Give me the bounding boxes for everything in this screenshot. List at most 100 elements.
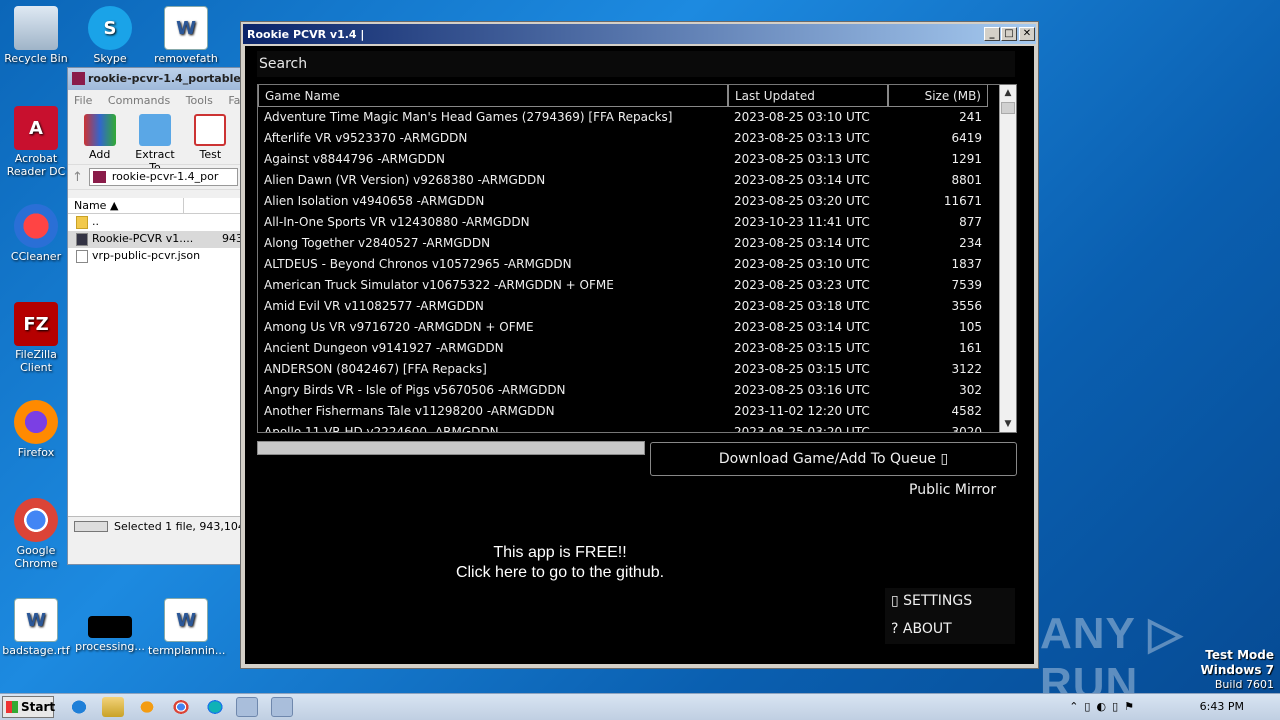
public-mirror-label[interactable]: Public Mirror [909, 482, 996, 498]
rookie-title-bar[interactable]: Rookie PCVR v1.4 | _ □ ✕ [243, 24, 1036, 44]
size-cell: 3122 [951, 362, 982, 376]
column-name[interactable]: Name ▲ [68, 198, 184, 213]
test-button[interactable]: Test [185, 114, 236, 161]
list-item[interactable]: vrp-public-pcvr.json [68, 248, 242, 265]
game-row[interactable]: ANDERSON (8042467) [FFA Repacks] 2023-08-… [258, 359, 988, 380]
list-item[interactable]: .. [68, 214, 242, 231]
rookie-taskbar-icon[interactable] [271, 697, 293, 717]
game-row[interactable]: Afterlife VR v9523370 -ARMGDDN 2023-08-25… [258, 128, 988, 149]
desktop-icon-termplanning[interactable]: W termplannin... [148, 598, 225, 657]
game-row[interactable]: Among Us VR v9716720 -ARMGDDN + OFME 2023… [258, 317, 988, 338]
game-name-cell: ANDERSON (8042467) [FFA Repacks] [264, 362, 487, 376]
game-row[interactable]: All-In-One Sports VR v12430880 -ARMGDDN 2… [258, 212, 988, 233]
game-name-cell: Along Together v2840527 -ARMGDDN [264, 236, 491, 250]
close-button[interactable]: ✕ [1019, 27, 1035, 41]
desktop-icon-badstage[interactable]: W badstage.rtf [0, 598, 74, 657]
add-button[interactable]: Add [74, 114, 125, 161]
winrar-title-bar[interactable]: rookie-pcvr-1.4_portable.z [68, 68, 242, 90]
folder-icon [138, 114, 171, 146]
desktop-icon-filezilla[interactable]: FZ FileZilla Client [0, 302, 74, 374]
game-name-cell: Adventure Time Magic Man's Head Games (2… [264, 110, 673, 124]
game-row[interactable]: Along Together v2840527 -ARMGDDN 2023-08-… [258, 233, 988, 254]
game-row[interactable]: ALTDEUS - Beyond Chronos v10572965 -ARMG… [258, 254, 988, 275]
game-row[interactable]: Another Fishermans Tale v11298200 -ARMGD… [258, 401, 988, 422]
desktop-icon-ccleaner[interactable]: CCleaner [0, 204, 74, 263]
game-list-scrollbar[interactable]: ▲ ▼ [999, 85, 1016, 432]
column-game-name[interactable]: Game Name [258, 85, 728, 107]
file-list-header: Name ▲ [68, 198, 242, 214]
desktop-icon-firefox[interactable]: Firefox [0, 400, 74, 459]
winrar-taskbar-icon[interactable] [236, 697, 258, 717]
game-row[interactable]: Alien Dawn (VR Version) v9268380 -ARMGDD… [258, 170, 988, 191]
game-list[interactable]: Game Name Last Updated Size (MB) Adventu… [257, 84, 1017, 433]
desktop-icon-word-doc[interactable]: W removefath [148, 6, 224, 65]
game-row[interactable]: American Truck Simulator v10675322 -ARMG… [258, 275, 988, 296]
menu-tools[interactable]: Tools [186, 94, 213, 107]
exe-file-icon [76, 233, 88, 246]
system-tray-icons[interactable]: ⌃▯◐▯⚑ [1069, 700, 1140, 713]
media-player-icon[interactable] [136, 697, 158, 717]
column-size[interactable]: Size (MB) [888, 85, 988, 107]
start-button[interactable]: Start [2, 696, 55, 718]
menu-commands[interactable]: Commands [108, 94, 170, 107]
last-updated-cell: 2023-08-25 03:14 UTC [734, 320, 870, 334]
column-size[interactable] [184, 198, 242, 213]
size-cell: 241 [959, 110, 982, 124]
search-input[interactable]: Search [257, 51, 1015, 77]
game-name-cell: Alien Isolation v4940658 -ARMGDDN [264, 194, 485, 208]
game-list-header: Game Name Last Updated Size (MB) [258, 85, 988, 107]
desktop-icon-skype[interactable]: S Skype [72, 6, 148, 65]
chrome-taskbar-icon[interactable] [170, 697, 192, 717]
game-name-cell: Afterlife VR v9523370 -ARMGDDN [264, 131, 468, 145]
github-link[interactable]: This app is FREE!! Click here to go to t… [425, 543, 695, 583]
game-name-cell: All-In-One Sports VR v12430880 -ARMGDDN [264, 215, 530, 229]
size-cell: 6419 [951, 131, 982, 145]
up-arrow-icon[interactable]: ↑ [72, 170, 83, 185]
list-item[interactable]: Rookie-PCVR v1.... 943 [68, 231, 242, 248]
game-row[interactable]: Ancient Dungeon v9141927 -ARMGDDN 2023-08… [258, 338, 988, 359]
game-row[interactable]: Amid Evil VR v11082577 -ARMGDDN 2023-08-2… [258, 296, 988, 317]
column-last-updated[interactable]: Last Updated [728, 85, 888, 107]
download-game-button[interactable]: Download Game/Add To Queue ▯ [650, 442, 1017, 476]
minimize-button[interactable]: _ [984, 27, 1000, 41]
last-updated-cell: 2023-08-25 03:10 UTC [734, 257, 870, 271]
windows-logo-icon [6, 701, 18, 713]
extract-to-button[interactable]: Extract To [129, 114, 180, 174]
last-updated-cell: 2023-08-25 03:10 UTC [734, 110, 870, 124]
last-updated-cell: 2023-08-25 03:15 UTC [734, 362, 870, 376]
winrar-window[interactable]: rookie-pcvr-1.4_portable.z File Commands… [67, 67, 243, 565]
maximize-button[interactable]: □ [1001, 27, 1017, 41]
address-field[interactable]: rookie-pcvr-1.4_por [88, 168, 238, 186]
rookie-window[interactable]: Rookie PCVR v1.4 | _ □ ✕ Search Game Nam… [240, 21, 1039, 669]
last-updated-cell: 2023-08-25 03:13 UTC [734, 152, 870, 166]
desktop-icon-chrome[interactable]: Google Chrome [0, 498, 74, 570]
game-name-cell: Against v8844796 -ARMGDDN [264, 152, 445, 166]
ccleaner-icon [14, 204, 58, 248]
ie-icon[interactable] [68, 697, 90, 717]
settings-button[interactable]: ▯ SETTINGS [885, 588, 1015, 616]
game-name-cell: Among Us VR v9716720 -ARMGDDN + OFME [264, 320, 534, 334]
test-clipboard-icon [194, 114, 227, 146]
game-row[interactable]: Angry Birds VR - Isle of Pigs v5670506 -… [258, 380, 988, 401]
winrar-status-bar: Selected 1 file, 943,104 b [68, 516, 242, 536]
about-button[interactable]: ? ABOUT [885, 616, 1015, 644]
scroll-thumb[interactable] [1001, 102, 1015, 114]
menu-file[interactable]: File [74, 94, 92, 107]
game-row[interactable]: Apollo 11 VR HD v2224600 -ARMGDDN 2023-08… [258, 422, 988, 432]
last-updated-cell: 2023-08-25 03:18 UTC [734, 299, 870, 313]
desktop-icon-recycle-bin[interactable]: Recycle Bin [0, 6, 74, 65]
game-row[interactable]: Adventure Time Magic Man's Head Games (2… [258, 107, 988, 128]
desktop-icon-processing[interactable]: processing... [72, 598, 148, 653]
size-cell: 1291 [951, 152, 982, 166]
clock[interactable]: 6:43 PM [1200, 700, 1244, 713]
scroll-down-icon[interactable]: ▼ [1000, 416, 1016, 432]
explorer-icon[interactable] [102, 697, 124, 717]
desktop-icon-acrobat[interactable]: A Acrobat Reader DC [0, 106, 74, 178]
game-row[interactable]: Alien Isolation v4940658 -ARMGDDN 2023-08… [258, 191, 988, 212]
drive-icon [74, 521, 108, 532]
edge-icon[interactable] [204, 697, 226, 717]
acrobat-icon: A [14, 106, 58, 150]
scroll-up-icon[interactable]: ▲ [1000, 85, 1016, 101]
test-mode-notice: Test Mode Windows 7 Build 7601 [1200, 648, 1274, 691]
game-row[interactable]: Against v8844796 -ARMGDDN 2023-08-25 03:1… [258, 149, 988, 170]
